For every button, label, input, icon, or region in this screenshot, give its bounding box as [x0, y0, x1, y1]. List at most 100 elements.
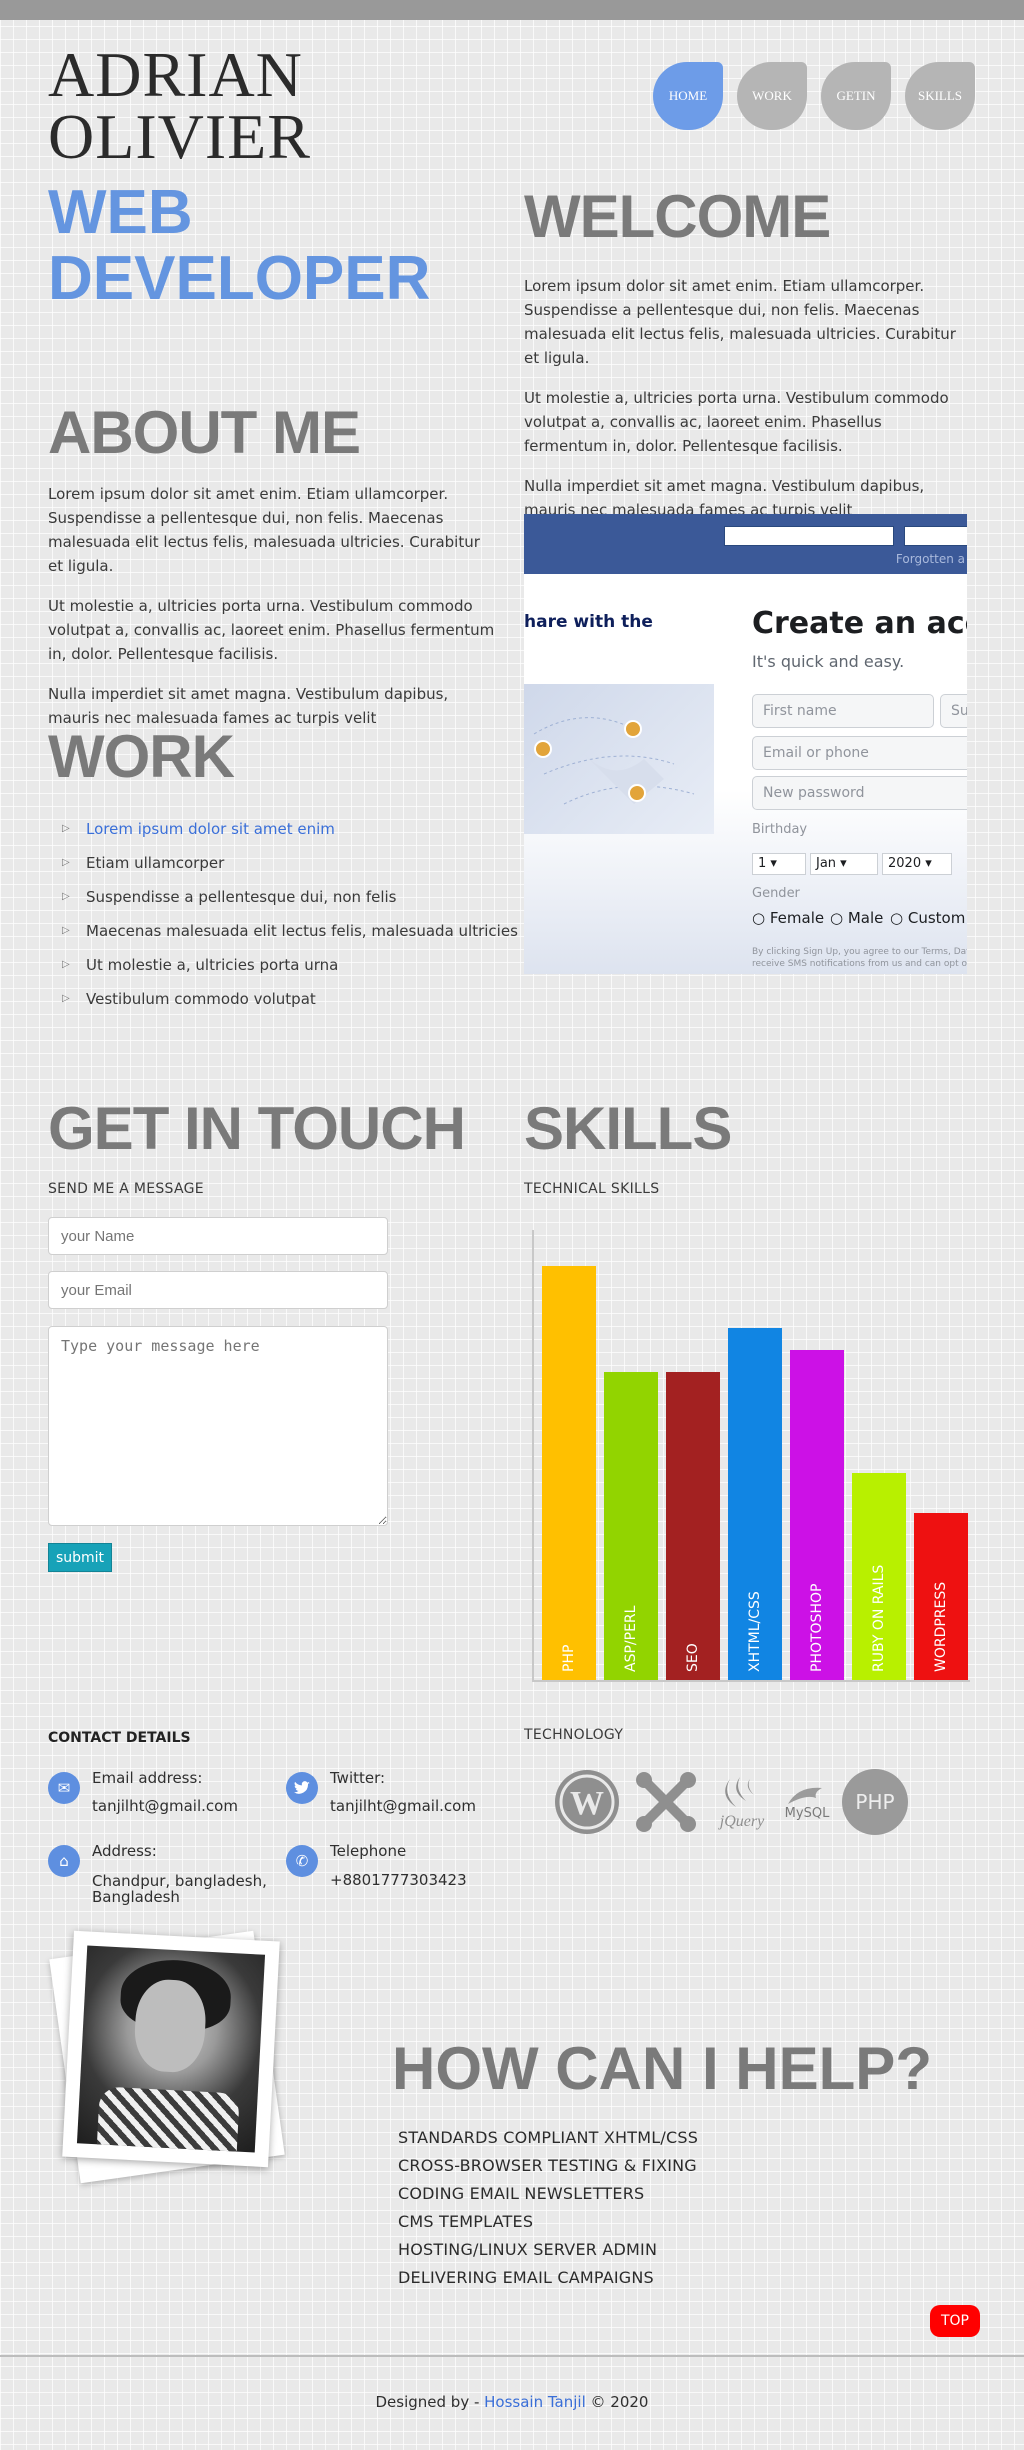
about-title: ABOUT ME — [48, 399, 361, 466]
name-line-2: OLIVIER — [48, 101, 311, 172]
fb-header-bar: Forgotten a — [524, 514, 967, 574]
footer-prefix: Designed by - — [375, 2393, 485, 2411]
send-message-label: SEND ME A MESSAGE — [48, 1181, 204, 1197]
service-item: CMS TEMPLATES — [398, 2212, 534, 2231]
portrait-image — [76, 1945, 266, 2153]
skill-bar-label: XHTML/CSS — [747, 1591, 763, 1672]
mysql-logo: MySQL — [784, 1784, 830, 1821]
top-bar — [0, 0, 1024, 20]
work-item: Ut molestie a, ultricies porta urna — [62, 948, 518, 982]
skill-bar: WORDPRESS — [914, 1512, 968, 1680]
fb-share-text: hare with the — [524, 612, 653, 632]
skill-bar: SEO — [666, 1372, 720, 1680]
fb-year-value: 2020 — [888, 856, 922, 871]
skills-title: SKILLS — [524, 1095, 732, 1162]
fb-custom-label: Custom — [907, 909, 966, 927]
get-in-touch-title: GET IN TOUCH — [48, 1095, 466, 1162]
footer-author-link[interactable]: Hossain Tanjil — [484, 2393, 586, 2411]
skill-bar: XHTML/CSS — [728, 1328, 782, 1680]
fb-gender-label: Gender — [752, 886, 800, 901]
portrait-scarf — [96, 2086, 240, 2153]
skills-bar-chart: PHP ASP/PERL SEO XHTML/CSS PHOTOSHOP RUBY ON … — [532, 1230, 970, 1682]
work-item: Maecenas malesuada elit lectus felis, ma… — [62, 914, 518, 948]
joomla-logo-glyph — [636, 1772, 696, 1832]
fb-quick-text: It's quick and easy. — [752, 652, 905, 671]
nav-work[interactable]: WORK — [737, 62, 807, 130]
work-item-link[interactable]: Lorem ipsum dolor sit amet enim — [62, 812, 518, 846]
fb-female-label: Female — [769, 909, 825, 927]
jquery-swoosh-glyph — [725, 1777, 754, 1807]
skill-bar: ASP/PERL — [604, 1372, 658, 1680]
skill-bar-label: WORDPRESS — [933, 1581, 949, 1672]
fb-world-map — [524, 684, 714, 834]
service-item: HOSTING/LINUX SERVER ADMIN — [398, 2240, 658, 2259]
about-paragraph: Lorem ipsum dolor sit amet enim. Etiam u… — [48, 485, 480, 575]
wordpress-logo: W — [554, 1769, 620, 1835]
email-label: Email address: — [92, 1769, 203, 1787]
phone-value: +8801777303423 — [330, 1871, 467, 1889]
twitter-bird-glyph — [294, 1781, 310, 1794]
fb-forgotten-link: Forgotten a — [895, 552, 965, 566]
chart-y-axis — [532, 1230, 534, 1682]
service-item: CODING EMAIL NEWSLETTERS — [398, 2184, 645, 2203]
about-text: Lorem ipsum dolor sit amet enim. Etiam u… — [48, 482, 498, 746]
mysql-text: MySQL — [784, 1805, 830, 1821]
technology-logos: W jQuery MySQL PHP — [554, 1768, 908, 1836]
submit-button[interactable]: submit — [48, 1543, 112, 1572]
email-input[interactable] — [48, 1271, 388, 1309]
back-to-top-button[interactable]: TOP — [930, 2305, 980, 2337]
message-textarea[interactable] — [48, 1326, 388, 1526]
skill-bar: RUBY ON RAILS — [852, 1473, 906, 1680]
jquery-text: jQuery — [719, 1813, 765, 1830]
skill-bar-label: ASP/PERL — [623, 1605, 639, 1672]
services-list: STANDARDS COMPLIANT XHTML/CSS CROSS-BROW… — [398, 2124, 698, 2292]
role-title: WEB DEVELOPER — [48, 180, 430, 312]
address-label: Address: — [92, 1842, 157, 1860]
fb-day-select: 1 ▾ — [752, 853, 806, 875]
skill-bar: PHP — [542, 1266, 596, 1680]
fb-login-password — [904, 526, 967, 546]
profile-photo — [62, 1930, 280, 2168]
skill-bar-label: PHOTOSHOP — [809, 1583, 825, 1672]
twitter-icon — [286, 1772, 318, 1804]
fb-create-title: Create an acco — [752, 606, 967, 641]
skill-bar-label: PHP — [561, 1644, 577, 1672]
fb-radio-custom: ○ Custom — [890, 909, 966, 927]
wordpress-logo-glyph: W — [555, 1770, 619, 1834]
fb-terms-line-2: receive SMS notifications from us and ca… — [752, 959, 967, 969]
contact-details-title: CONTACT DETAILS — [48, 1730, 191, 1746]
nav-getin[interactable]: GETIN — [821, 62, 891, 130]
fb-map-lines — [533, 717, 695, 805]
how-can-i-help-title: HOW CAN I HELP? — [392, 2035, 932, 2102]
fb-month-value: Jan — [816, 856, 837, 871]
role-line-2: DEVELOPER — [48, 244, 431, 313]
fb-map-pin — [534, 740, 552, 758]
nav-skills[interactable]: SKILLS — [905, 62, 975, 130]
signup-preview-image: Forgotten a hare with the Create an acco… — [524, 514, 967, 974]
name-line-1: ADRIAN — [48, 39, 303, 110]
work-item: Suspendisse a pellentesque dui, non feli… — [62, 880, 518, 914]
mysql-dolphin-glyph — [788, 1787, 822, 1804]
email-icon: ✉ — [48, 1772, 80, 1804]
twitter-label: Twitter: — [330, 1769, 386, 1787]
fb-terms-text: By clicking Sign Up, you agree to our Te… — [752, 946, 967, 970]
role-line-1: WEB — [48, 178, 193, 247]
welcome-text: Lorem ipsum dolor sit amet enim. Etiam u… — [524, 274, 970, 538]
chart-x-axis — [532, 1680, 970, 1682]
svg-text:W: W — [570, 1785, 604, 1822]
main-nav: HOME WORK GETIN SKILLS — [653, 62, 975, 130]
welcome-title: WELCOME — [524, 183, 831, 250]
home-icon: ⌂ — [48, 1845, 80, 1877]
name-input[interactable] — [48, 1217, 388, 1255]
nav-home[interactable]: HOME — [653, 62, 723, 130]
fb-birthday-label: Birthday — [752, 822, 808, 837]
joomla-logo — [632, 1768, 700, 1836]
work-title: WORK — [48, 723, 235, 790]
email-value: tanjilht@gmail.com — [92, 1797, 238, 1815]
fb-terms-line-1: By clicking Sign Up, you agree to our Te… — [752, 947, 967, 957]
welcome-paragraph: Lorem ipsum dolor sit amet enim. Etiam u… — [524, 277, 956, 367]
phone-label: Telephone — [330, 1842, 407, 1860]
footer-suffix: © 2020 — [585, 2393, 649, 2411]
fb-year-select: 2020 ▾ — [882, 853, 952, 875]
service-item: DELIVERING EMAIL CAMPAIGNS — [398, 2268, 654, 2287]
